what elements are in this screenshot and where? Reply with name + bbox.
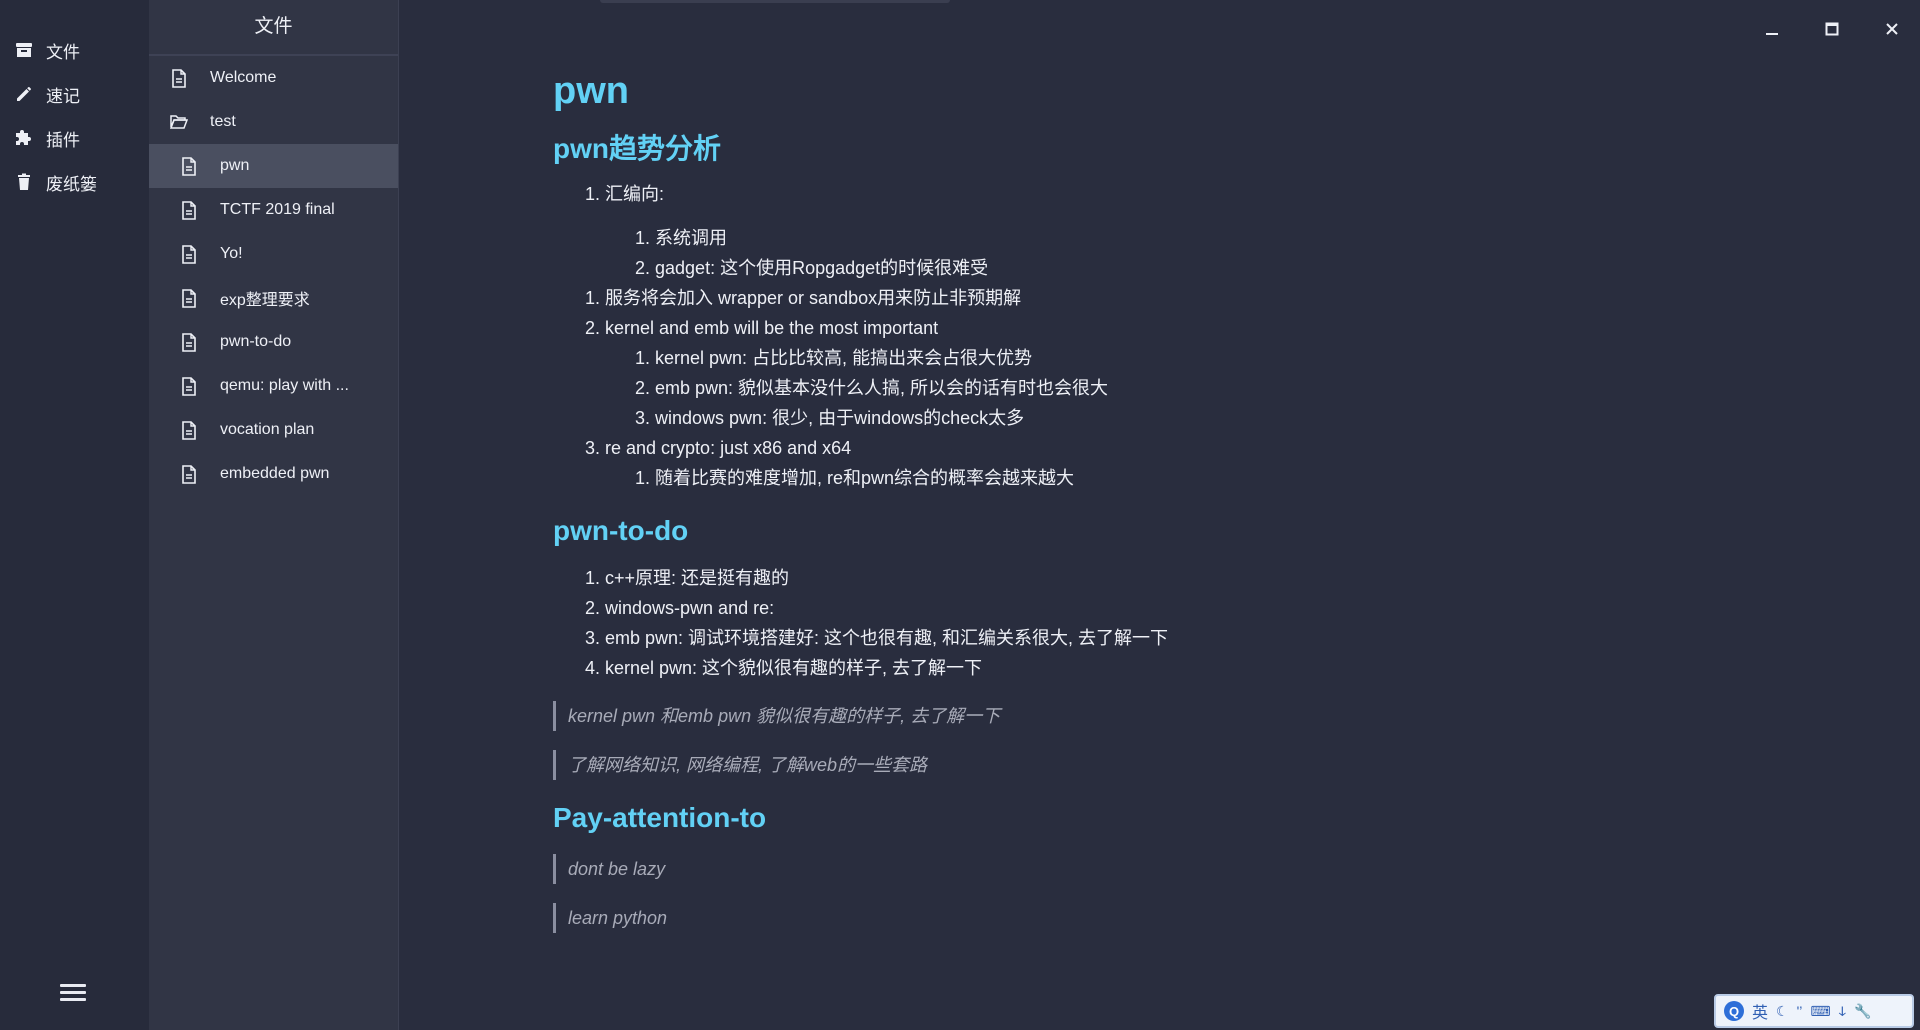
rail-item-notes[interactable]: 速记 bbox=[14, 79, 80, 109]
file-item-vocation-plan[interactable]: vocation plan bbox=[149, 408, 398, 452]
file-item-welcome[interactable]: Welcome bbox=[149, 56, 398, 100]
rail-item-label: 文件 bbox=[46, 42, 80, 62]
keyboard-icon[interactable]: ⌨ bbox=[1810, 1003, 1830, 1020]
file-item-tctf[interactable]: TCTF 2019 final bbox=[149, 188, 398, 232]
rail-item-label: 废纸篓 bbox=[46, 174, 97, 194]
puzzle-icon bbox=[16, 130, 31, 145]
section-heading: Pay-attention-to bbox=[553, 802, 767, 833]
archive-icon bbox=[16, 43, 32, 57]
file-item-label: Welcome bbox=[210, 69, 277, 86]
list-item: 1. 随着比赛的难度增加, re和pwn综合的概率会越来越大 bbox=[635, 468, 1075, 488]
nav-rail: 文件 速记 插件 废纸篓 bbox=[0, 0, 149, 1030]
moon-icon[interactable]: ☾ bbox=[1776, 1003, 1789, 1020]
document-icon bbox=[180, 420, 198, 440]
blockquote: kernel pwn 和emb pwn 貌似很有趣的样子, 去了解一下 bbox=[553, 701, 1753, 731]
file-item-qemu[interactable]: qemu: play with ... bbox=[149, 364, 398, 408]
ime-logo-icon: Q bbox=[1724, 1001, 1744, 1021]
file-item-label: qemu: play with ... bbox=[220, 377, 349, 394]
list-item: 2. windows-pwn and re: bbox=[585, 598, 775, 618]
maximize-button[interactable] bbox=[1812, 14, 1852, 44]
hamburger-menu-icon[interactable] bbox=[60, 980, 86, 1006]
punctuation-icon[interactable]: '’ bbox=[1797, 1003, 1803, 1019]
document-view[interactable]: pwn pwn趋势分析 1. 汇编向: 1. 系统调用 2. gadget: 这… bbox=[553, 70, 1753, 933]
blockquote: learn python bbox=[553, 903, 1753, 933]
list-item: 1. 系统调用 bbox=[635, 228, 728, 248]
close-button[interactable] bbox=[1872, 14, 1912, 44]
halfwidth-icon[interactable]: ↆ bbox=[1839, 1003, 1846, 1020]
file-item-label: vocation plan bbox=[220, 421, 315, 438]
document-icon bbox=[180, 332, 198, 352]
file-item-label: TCTF 2019 final bbox=[220, 201, 335, 218]
document-icon bbox=[180, 376, 198, 396]
document-icon bbox=[180, 156, 198, 176]
ime-language-toggle[interactable]: 英 bbox=[1752, 999, 1768, 1023]
document-icon bbox=[180, 464, 198, 484]
folder-item-test[interactable]: test bbox=[149, 100, 398, 144]
file-item-label: embedded pwn bbox=[220, 465, 330, 482]
file-item-pwn-to-do[interactable]: pwn-to-do bbox=[149, 320, 398, 364]
list-item: 1. 汇编向: bbox=[585, 184, 665, 204]
document-icon bbox=[180, 288, 198, 308]
folder-open-icon bbox=[170, 112, 188, 132]
pencil-icon bbox=[17, 87, 31, 101]
file-item-yo[interactable]: Yo! bbox=[149, 232, 398, 276]
list-item: 2. emb pwn: 貌似基本没什么人搞, 所以会的话有时也会很大 bbox=[635, 378, 1109, 398]
rail-item-label: 速记 bbox=[46, 86, 80, 106]
file-panel: 文件 Welcome test pwn TCTF 2019 final Yo! … bbox=[149, 0, 399, 1030]
document-icon bbox=[170, 68, 188, 88]
file-item-label: Yo! bbox=[220, 245, 243, 262]
rail-item-trash[interactable]: 废纸篓 bbox=[14, 167, 97, 197]
file-item-label: exp整理要求 bbox=[220, 292, 310, 309]
minimize-button[interactable] bbox=[1752, 14, 1792, 44]
list-item: 1. c++原理: 还是挺有趣的 bbox=[585, 568, 790, 588]
folder-item-label: test bbox=[210, 113, 236, 130]
file-panel-title: 文件 bbox=[149, 0, 398, 56]
blockquote: dont be lazy bbox=[553, 854, 1753, 884]
file-item-exp[interactable]: exp整理要求 bbox=[149, 276, 398, 320]
rail-item-label: 插件 bbox=[46, 130, 80, 150]
rail-item-plugins[interactable]: 插件 bbox=[14, 123, 80, 153]
document-title: pwn bbox=[553, 70, 629, 112]
document-icon bbox=[180, 200, 198, 220]
minimize-icon bbox=[1766, 33, 1778, 35]
file-item-embedded-pwn[interactable]: embedded pwn bbox=[149, 452, 398, 496]
list-item: 1. 服务将会加入 wrapper or sandbox用来防止非预期解 bbox=[585, 288, 1022, 308]
file-item-pwn[interactable]: pwn bbox=[149, 144, 398, 188]
section-heading: pwn-to-do bbox=[553, 515, 689, 546]
title-drag-strip[interactable] bbox=[600, 0, 950, 3]
list-item: 1. kernel pwn: 占比比较高, 能搞出来会占很大优势 bbox=[635, 348, 1033, 368]
close-icon bbox=[1886, 23, 1898, 35]
list-item: 2. gadget: 这个使用Ropgadget的时候很难受 bbox=[635, 258, 989, 278]
list-item: 3. re and crypto: just x86 and x64 bbox=[585, 438, 852, 458]
list-item: 2. kernel and emb will be the most impor… bbox=[585, 318, 939, 338]
maximize-icon bbox=[1825, 22, 1839, 36]
file-item-label: pwn bbox=[220, 157, 250, 174]
list-item: 3. windows pwn: 很少, 由于windows的check太多 bbox=[635, 408, 1025, 428]
document-icon bbox=[180, 244, 198, 264]
section-heading: pwn趋势分析 bbox=[553, 133, 721, 164]
ime-toolbar[interactable]: Q 英 ☾ '’ ⌨ ↆ 🔧 bbox=[1714, 994, 1914, 1028]
list-item: 4. kernel pwn: 这个貌似很有趣的样子, 去了解一下 bbox=[585, 658, 983, 678]
wrench-icon[interactable]: 🔧 bbox=[1854, 1003, 1871, 1020]
app-window: 文件 速记 插件 废纸篓 文件 Welcome test pwn TCTF 20… bbox=[0, 0, 1920, 1030]
list-item: 3. emb pwn: 调试环境搭建好: 这个也很有趣, 和汇编关系很大, 去了… bbox=[585, 628, 1169, 648]
rail-item-files[interactable]: 文件 bbox=[14, 35, 80, 65]
file-item-label: pwn-to-do bbox=[220, 333, 292, 350]
blockquote: 了解网络知识, 网络编程, 了解web的一些套路 bbox=[553, 750, 1753, 780]
trash-icon bbox=[18, 173, 30, 190]
